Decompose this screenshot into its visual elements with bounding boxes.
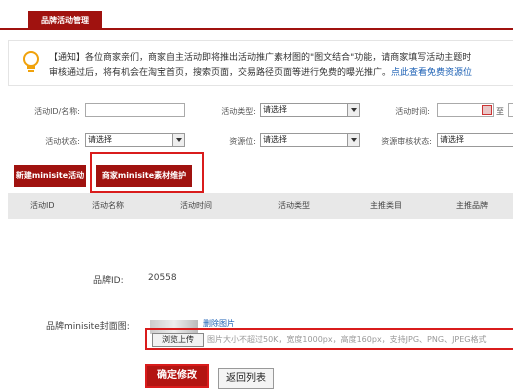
activity-time-start-input[interactable] xyxy=(437,103,494,117)
activity-type-value: 请选择 xyxy=(263,105,287,114)
cover-image-label: 品牌minisite封面图: xyxy=(46,322,130,332)
resource-select[interactable]: 请选择 xyxy=(260,133,360,147)
activity-time-label: 活动时间: xyxy=(395,107,430,116)
activity-id-label: 活动ID/名称: xyxy=(34,107,80,116)
chevron-down-icon xyxy=(347,134,359,146)
activity-type-label: 活动类型: xyxy=(221,107,256,116)
column-header: 活动类型 xyxy=(278,201,310,210)
back-to-list-button[interactable]: 返回列表 xyxy=(218,368,274,389)
column-header: 活动名称 xyxy=(92,201,124,210)
resource-review-select[interactable]: 请选择 xyxy=(437,133,513,147)
resource-value: 请选择 xyxy=(263,135,287,144)
activity-type-select[interactable]: 请选择 xyxy=(260,103,360,117)
browse-upload-button[interactable]: 浏览上传 xyxy=(152,333,204,347)
column-header: 活动时间 xyxy=(180,201,212,210)
activity-time-end-input[interactable] xyxy=(508,103,513,117)
upload-hint: 图片大小不超过50K，宽度1000px，高度160px，支持JPG、PNG、JP… xyxy=(207,335,487,344)
notice-text: 【通知】各位商家亲们，商家自主活动即将推出活动推广素材图的"图文结合"功能，请商… xyxy=(49,51,513,81)
column-header: 主推品牌 xyxy=(456,201,488,210)
notice-line-2-text: 审核通过后，将有机会在淘宝首页，搜索页面，交易路径页面等进行免费的曝光推广。 xyxy=(49,68,392,78)
time-range-to-label: 至 xyxy=(496,107,504,116)
activity-id-input[interactable] xyxy=(85,103,185,117)
tab-brand-activity-management[interactable]: 品牌活动管理 xyxy=(28,11,102,30)
maintain-material-button[interactable]: 商家minisite素材维护 xyxy=(96,165,192,187)
activity-status-select[interactable]: 请选择 xyxy=(85,133,185,147)
brand-id-label: 品牌ID: xyxy=(93,276,124,286)
brand-id-value: 20558 xyxy=(148,273,177,283)
resource-label: 资源位: xyxy=(229,137,256,146)
activity-status-label: 活动状态: xyxy=(45,137,80,146)
column-header: 主推类目 xyxy=(370,201,402,210)
notice-line-1: 【通知】各位商家亲们，商家自主活动即将推出活动推广素材图的"图文结合"功能，请商… xyxy=(49,53,472,63)
upload-row: 浏览上传 图片大小不超过50K，宽度1000px，高度160px，支持JPG、P… xyxy=(145,328,513,350)
chevron-down-icon xyxy=(172,134,184,146)
table-header: 活动ID 活动名称 活动时间 活动类型 主推类目 主推品牌 xyxy=(8,193,513,219)
calendar-icon[interactable] xyxy=(482,105,492,115)
new-minisite-button[interactable]: 新建minisite活动 xyxy=(14,165,86,187)
free-resource-link[interactable]: 点此查看免费资源位 xyxy=(391,68,472,78)
lightbulb-icon xyxy=(21,50,41,78)
column-header: 活动ID xyxy=(30,201,55,210)
chevron-down-icon xyxy=(347,104,359,116)
resource-review-label: 资源审核状态: xyxy=(381,137,432,146)
confirm-button[interactable]: 确定修改 xyxy=(145,364,209,388)
notice-line-2: 审核通过后，将有机会在淘宝首页，搜索页面，交易路径页面等进行免费的曝光推广。点此… xyxy=(49,66,513,81)
notice-banner: 【通知】各位商家亲们，商家自主活动即将推出活动推广素材图的"图文结合"功能，请商… xyxy=(8,40,513,86)
activity-status-value: 请选择 xyxy=(88,135,112,144)
resource-review-value: 请选择 xyxy=(440,135,464,144)
top-tab-bar: 品牌活动管理 xyxy=(0,0,513,30)
